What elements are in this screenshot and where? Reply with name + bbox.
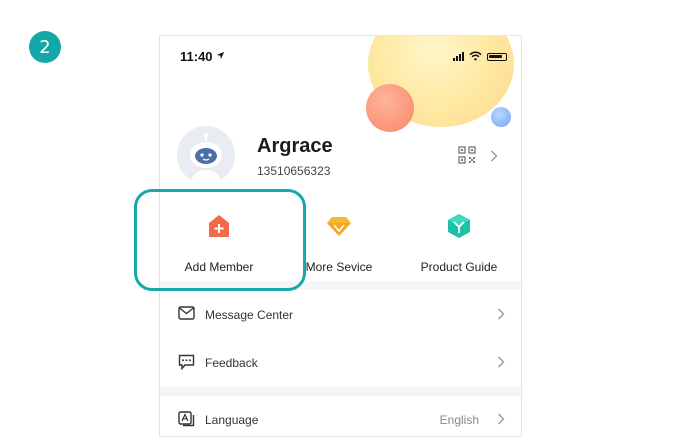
chevron-right-icon [498, 308, 505, 320]
status-icons [453, 51, 507, 61]
chat-icon [178, 354, 195, 370]
menu-item-label: Message Center [205, 308, 294, 322]
language-value: English [439, 413, 479, 427]
robot-avatar-icon [190, 132, 222, 184]
menu-item-label: Language [205, 413, 259, 427]
signal-icon [453, 52, 464, 61]
profile-chevron-right-icon[interactable] [490, 150, 498, 162]
decorative-blue-circle [491, 107, 511, 127]
product-guide-button[interactable]: Product Guide [404, 213, 514, 274]
envelope-icon [178, 306, 195, 320]
section-divider [160, 387, 521, 396]
menu-item-language[interactable]: Language English [160, 396, 521, 436]
battery-icon [487, 53, 507, 61]
cube-icon [448, 214, 470, 238]
section-divider [160, 281, 521, 290]
more-service-label: More Sevice [305, 260, 373, 274]
add-member-button[interactable]: Add Member [164, 213, 274, 274]
add-member-label: Add Member [184, 260, 254, 274]
diamond-icon [327, 217, 351, 236]
chevron-right-icon [498, 356, 505, 368]
more-service-button[interactable]: More Sevice [284, 213, 394, 274]
menu-item-message-center[interactable]: Message Center [160, 291, 521, 339]
step-number-badge: 2 [29, 31, 61, 63]
menu-item-feedback[interactable]: Feedback [160, 339, 521, 387]
decorative-coral-circle [366, 84, 414, 132]
location-arrow-icon [217, 51, 225, 60]
wifi-icon [469, 51, 482, 61]
add-member-icon [209, 215, 229, 237]
status-time: 11:40 [180, 49, 225, 64]
menu-item-label: Feedback [205, 356, 258, 370]
chevron-right-icon [498, 413, 505, 425]
avatar[interactable] [177, 126, 235, 184]
profile-name: Argrace [257, 135, 333, 157]
phone-screen: 11:40 Argrace 13510656323 Add Member Mor… [159, 35, 522, 437]
product-guide-label: Product Guide [420, 260, 498, 274]
qr-code-icon[interactable] [458, 146, 476, 164]
language-icon [178, 411, 195, 427]
profile-phone: 13510656323 [257, 164, 331, 178]
